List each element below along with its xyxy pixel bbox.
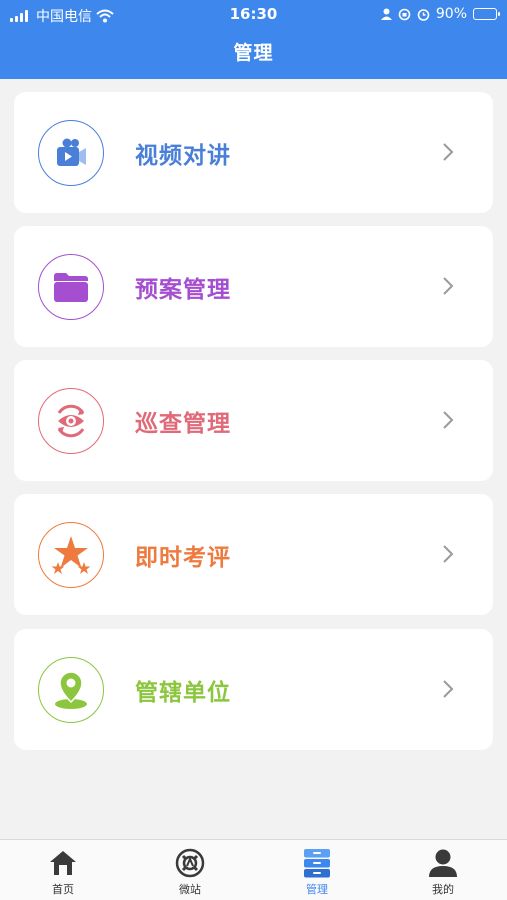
tab-label: 微站 — [179, 883, 201, 896]
tab-home[interactable]: 首页 — [23, 846, 103, 897]
person-icon — [380, 8, 392, 20]
menu-item-label: 视频对讲 — [135, 143, 231, 169]
page-title: 管理 — [233, 42, 274, 64]
menu-item-label: 管辖单位 — [135, 680, 231, 706]
tab-label: 管理 — [306, 883, 328, 896]
orientation-lock-icon — [398, 8, 411, 20]
menu-item-video-intercom[interactable]: 视频对讲 — [14, 92, 493, 213]
battery-icon — [473, 8, 500, 20]
battery-percent: 90% — [435, 6, 467, 22]
menu-item-plan-management[interactable]: 预案管理 — [14, 226, 493, 347]
menu-item-jurisdiction-units[interactable]: 管辖单位 — [14, 629, 493, 750]
user-icon — [403, 846, 483, 880]
bottom-tab-bar: 首页 微站 管理 我的 — [0, 839, 507, 900]
status-bar: 中国电信 16:30 90% — [0, 0, 507, 28]
tab-mine[interactable]: 我的 — [403, 846, 483, 897]
chevron-right-icon — [443, 143, 454, 161]
chevron-right-icon — [443, 277, 454, 295]
menu-item-patrol-management[interactable]: 巡查管理 — [14, 360, 493, 481]
menu-item-label: 即时考评 — [135, 545, 231, 571]
eye-refresh-icon — [38, 388, 104, 454]
chevron-right-icon — [443, 411, 454, 429]
menu-item-label: 预案管理 — [135, 277, 231, 303]
tab-micro-station[interactable]: 微站 — [150, 846, 230, 897]
station-icon — [150, 846, 230, 880]
location-pin-icon — [38, 657, 104, 723]
tab-management[interactable]: 管理 — [277, 846, 357, 897]
tab-label: 首页 — [52, 883, 74, 896]
menu-item-label: 巡查管理 — [135, 411, 231, 437]
stars-icon — [38, 522, 104, 588]
tab-label: 我的 — [432, 883, 454, 896]
video-camera-icon — [38, 120, 104, 186]
home-icon — [23, 846, 103, 880]
chevron-right-icon — [443, 680, 454, 698]
top-bar: 中国电信 16:30 90% 管理 — [0, 0, 507, 79]
manage-drawer-icon — [277, 846, 357, 880]
alarm-icon — [417, 8, 430, 21]
folder-icon — [38, 254, 104, 320]
menu-item-instant-evaluation[interactable]: 即时考评 — [14, 494, 493, 615]
chevron-right-icon — [443, 545, 454, 563]
